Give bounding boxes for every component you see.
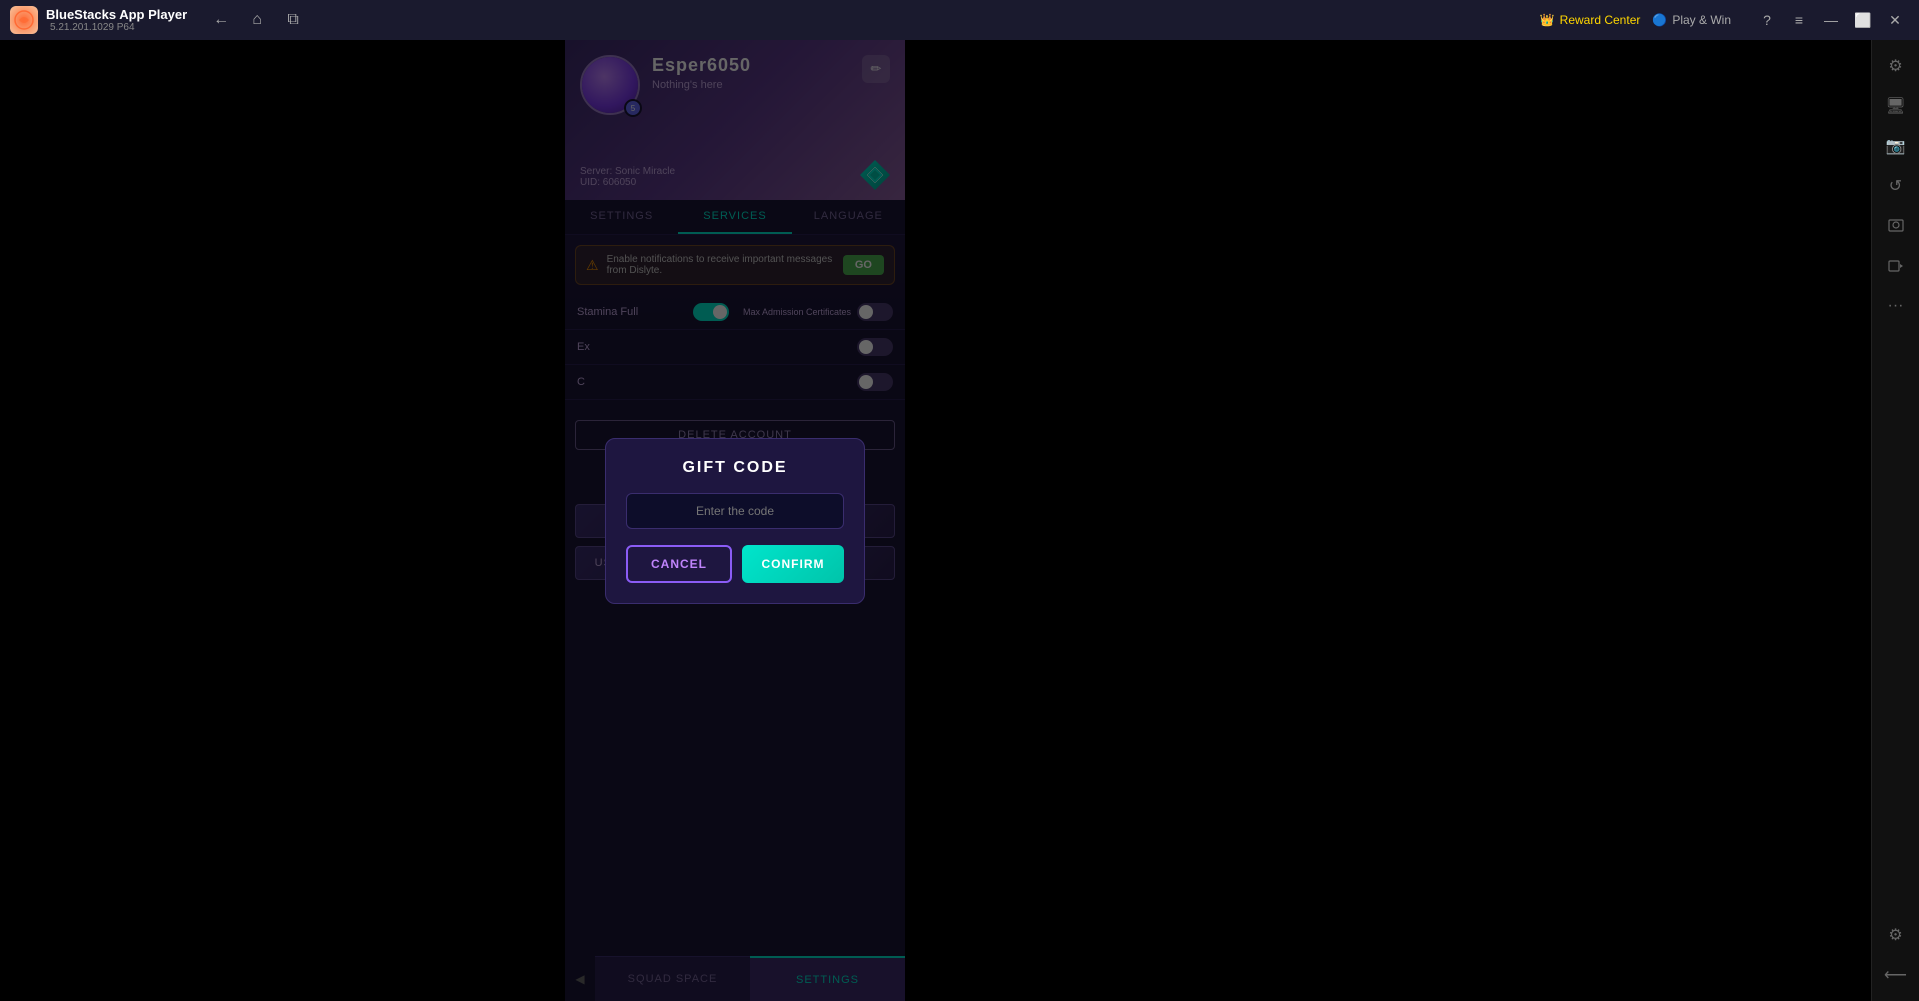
minimize-button[interactable]: — [1817, 6, 1845, 34]
help-button[interactable]: ? [1753, 6, 1781, 34]
dialog-title: GIFT CODE [626, 459, 844, 477]
code-input[interactable] [626, 493, 844, 529]
game-viewport: 5 Esper6050 Nothing's here ✏ Server: Son… [0, 40, 1851, 1001]
sidebar-more-icon[interactable]: ··· [1878, 288, 1914, 324]
play-win-icon: 🔵 [1652, 13, 1667, 27]
app-logo [10, 6, 38, 34]
crown-icon: 👑 [1540, 13, 1555, 27]
sidebar-expand-icon[interactable]: ⟵ [1878, 957, 1914, 993]
phone-frame: 5 Esper6050 Nothing's here ✏ Server: Son… [565, 40, 905, 1001]
right-sidebar: ⚙ 🖥 📷 ↺ ··· ⚙ ⟵ [1871, 40, 1919, 1001]
confirm-button[interactable]: CONFIRM [742, 545, 844, 583]
title-bar-right: 👑 Reward Center 🔵 Play & Win ? ≡ — ⬜ ✕ [1540, 6, 1909, 34]
sidebar-rotate-icon[interactable]: ↺ [1878, 168, 1914, 204]
sidebar-screenshot-icon[interactable] [1878, 208, 1914, 244]
sidebar-bottom-settings-icon[interactable]: ⚙ [1878, 917, 1914, 953]
reward-center-button[interactable]: 👑 Reward Center [1540, 13, 1641, 27]
reward-center-label: Reward Center [1560, 13, 1641, 27]
window-button[interactable]: ⧉ [279, 6, 307, 34]
title-bar: BlueStacks App Player 5.21.201.1029 P64 … [0, 0, 1919, 40]
sidebar-record-icon[interactable] [1878, 248, 1914, 284]
maximize-button[interactable]: ⬜ [1849, 6, 1877, 34]
app-name: BlueStacks App Player [46, 7, 187, 22]
cancel-button[interactable]: CANCEL [626, 545, 732, 583]
gift-code-dialog: GIFT CODE CANCEL CONFIRM [605, 438, 865, 604]
title-bar-nav: ← ⌂ ⧉ [207, 6, 307, 34]
play-win-button[interactable]: 🔵 Play & Win [1652, 13, 1731, 27]
back-button[interactable]: ← [207, 6, 235, 34]
app-version: 5.21.201.1029 P64 [50, 22, 187, 33]
close-button[interactable]: ✕ [1881, 6, 1909, 34]
play-win-label: Play & Win [1672, 13, 1731, 27]
home-button[interactable]: ⌂ [243, 6, 271, 34]
dialog-buttons: CANCEL CONFIRM [626, 545, 844, 583]
menu-button[interactable]: ≡ [1785, 6, 1813, 34]
window-actions: ? ≡ — ⬜ ✕ [1753, 6, 1909, 34]
sidebar-settings-icon[interactable]: ⚙ [1878, 48, 1914, 84]
sidebar-screen-icon[interactable]: 🖥 [1878, 88, 1914, 124]
main-area: 5 Esper6050 Nothing's here ✏ Server: Son… [0, 40, 1919, 1001]
sidebar-camera-icon[interactable]: 📷 [1878, 128, 1914, 164]
